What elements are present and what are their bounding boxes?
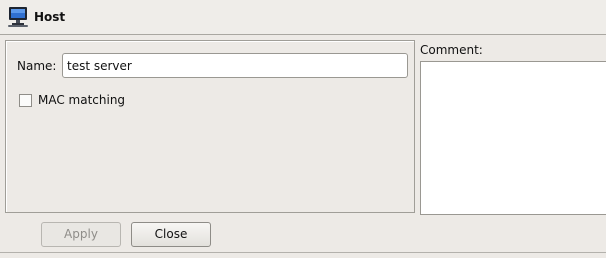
apply-button[interactable]: Apply bbox=[41, 222, 121, 247]
computer-monitor-icon bbox=[7, 6, 31, 28]
comment-textarea[interactable] bbox=[420, 61, 606, 215]
mac-matching-label[interactable]: MAC matching bbox=[38, 92, 125, 108]
name-label: Name: bbox=[17, 59, 57, 73]
close-button[interactable]: Close bbox=[131, 222, 211, 247]
mac-matching-checkbox[interactable] bbox=[19, 93, 32, 107]
bottom-divider bbox=[0, 252, 606, 253]
host-dialog: Host Name: MAC matching Comment: Apply C… bbox=[0, 0, 606, 258]
name-input[interactable] bbox=[62, 53, 408, 78]
mac-matching-row[interactable]: MAC matching bbox=[19, 92, 125, 108]
host-form-panel: Name: MAC matching bbox=[5, 40, 415, 213]
title-bar: Host bbox=[0, 0, 606, 35]
comment-label: Comment: bbox=[420, 43, 483, 57]
dialog-title: Host bbox=[34, 10, 66, 24]
